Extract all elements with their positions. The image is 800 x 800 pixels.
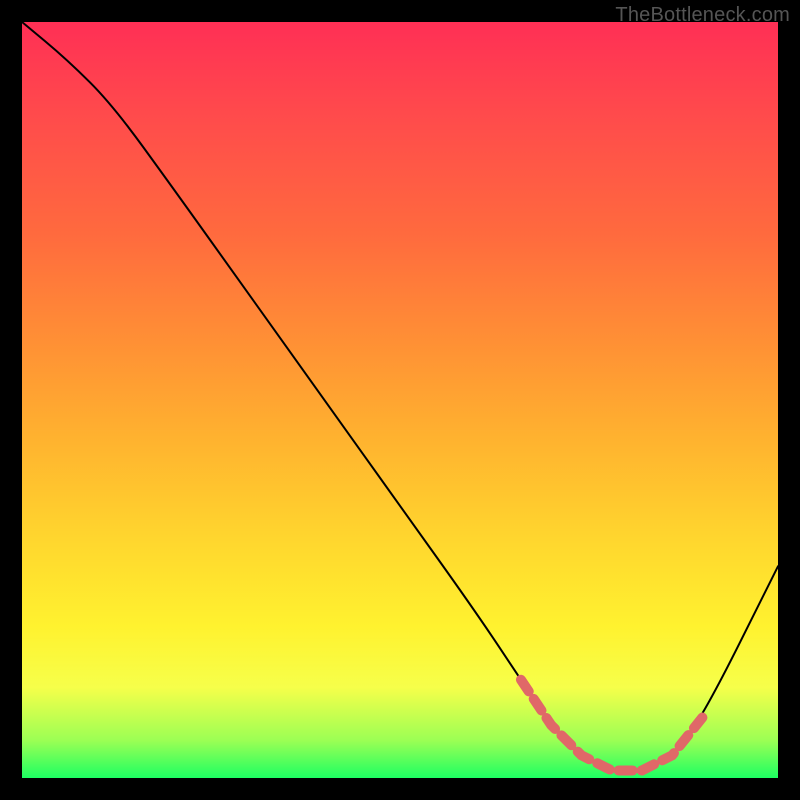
watermark-text: TheBottleneck.com — [615, 4, 790, 27]
optimal-range-highlight — [521, 680, 702, 771]
gradient-plot-area — [22, 22, 778, 778]
curve-path — [22, 22, 778, 770]
bottleneck-curve — [22, 22, 778, 778]
chart-frame: TheBottleneck.com — [0, 0, 800, 800]
